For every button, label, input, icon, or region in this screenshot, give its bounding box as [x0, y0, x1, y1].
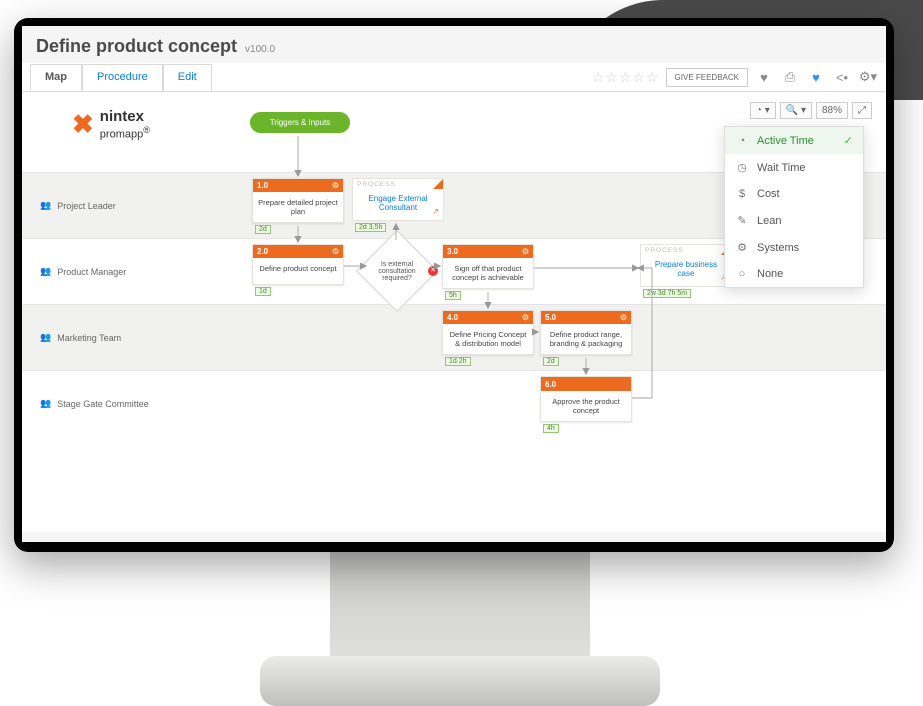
people-icon: 👥	[40, 266, 51, 277]
cog-icon: ⚙	[332, 181, 339, 190]
dropdown-item-none[interactable]: ○ None	[725, 261, 863, 287]
tab-procedure[interactable]: Procedure	[82, 64, 163, 91]
step-3-0[interactable]: 3.0⚙ Sign off that product concept is ac…	[442, 244, 534, 289]
lightbulb-icon[interactable]: ♥	[754, 67, 774, 87]
step-4-0[interactable]: 4.0⚙ Define Pricing Concept & distributi…	[442, 310, 534, 355]
checkmark-icon: ✓	[844, 134, 853, 147]
page-title: Define product concept	[36, 36, 237, 57]
duration-badge: 2d	[255, 225, 271, 234]
logo-mark-icon: ✖	[72, 109, 94, 140]
decision-no-marker: ✕	[428, 266, 438, 276]
step-2-0[interactable]: 2.0⚙ Define product concept 1d	[252, 244, 344, 285]
tab-map[interactable]: Map	[30, 64, 82, 91]
triggers-inputs-pill[interactable]: Triggers & Inputs	[250, 112, 350, 133]
top-toolbar: Map Procedure Edit ☆☆☆☆☆ GIVE FEEDBACK ♥…	[22, 63, 886, 92]
warning-icon: ▲	[618, 379, 627, 389]
dropdown-item-cost[interactable]: $ Cost	[725, 181, 863, 207]
process-canvas[interactable]: ◔ ▾ 🔍 ▾ 88% ⤢ ◔ Active Time ✓ ◷ Wait Tim…	[22, 92, 886, 532]
page-header: Define product concept v100.0	[22, 26, 886, 63]
dropdown-label: Active Time	[757, 135, 814, 147]
brand-logo: ✖ nintex promapp®	[72, 108, 150, 141]
rating-stars[interactable]: ☆☆☆☆☆	[592, 69, 660, 86]
leaf-icon: ✎	[735, 214, 749, 227]
dropdown-item-wait-time[interactable]: ◷ Wait Time	[725, 154, 863, 181]
decision-external-consultation[interactable]: Is external consultation required?	[368, 242, 426, 300]
step-6-0[interactable]: 6.0▲ Approve the product concept 4h	[540, 376, 632, 422]
process-prepare-business-case[interactable]: PROCESS Prepare business case ↗ 2w 3d 7h…	[640, 244, 732, 287]
tab-bar: Map Procedure Edit	[30, 64, 212, 91]
settings-icon[interactable]: ⚙▾	[858, 67, 878, 87]
dropdown-item-active-time[interactable]: ◔ Active Time ✓	[725, 127, 863, 154]
cog-icon: ⚙	[522, 313, 529, 322]
favorite-icon[interactable]: ♥	[806, 67, 826, 87]
print-icon[interactable]: ⎙	[780, 67, 800, 87]
time-mode-dropdown: ◔ Active Time ✓ ◷ Wait Time $ Cost ✎ Lea…	[724, 126, 864, 288]
cog-icon: ⚙	[620, 313, 627, 322]
step-5-0[interactable]: 5.0⚙ Define product range, branding & pa…	[540, 310, 632, 355]
share-icon[interactable]: <•	[832, 67, 852, 87]
people-icon: 👥	[40, 332, 51, 343]
clock-fast-icon: ◔	[735, 135, 749, 147]
external-link-icon: ↗	[432, 207, 439, 216]
version-label: v100.0	[245, 44, 275, 55]
give-feedback-button[interactable]: GIVE FEEDBACK	[666, 68, 748, 87]
tab-edit[interactable]: Edit	[163, 64, 212, 91]
gear-icon: ⚙	[735, 241, 749, 254]
cog-icon: ⚙	[332, 247, 339, 256]
dropdown-item-lean[interactable]: ✎ Lean	[725, 207, 863, 234]
people-icon: 👥	[40, 200, 51, 211]
dropdown-item-systems[interactable]: ⚙ Systems	[725, 234, 863, 261]
people-icon: 👥	[40, 398, 51, 409]
process-engage-external[interactable]: PROCESS Engage External Consultant ↗ 2d …	[352, 178, 444, 221]
dollar-icon: $	[735, 188, 749, 200]
cog-icon: ⚙	[522, 247, 529, 256]
circle-icon: ○	[735, 268, 749, 280]
clock-icon: ◷	[735, 161, 749, 174]
step-1-0[interactable]: 1.0⚙ Prepare detailed project plan 2d	[252, 178, 344, 223]
